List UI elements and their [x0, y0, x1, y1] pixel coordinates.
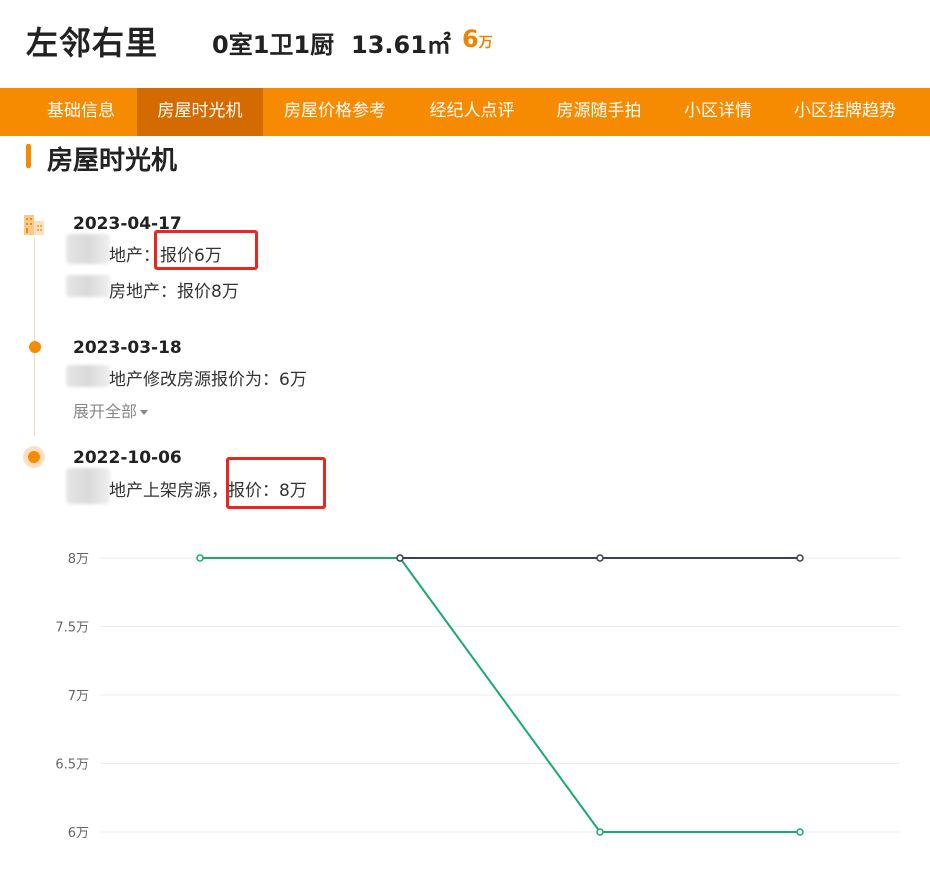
section-accent-bar [26, 144, 31, 168]
listing-price: 6万 [462, 25, 493, 53]
price-unit: 万 [478, 35, 493, 51]
floor-area-value: 13.61㎡ [351, 31, 451, 59]
data-point[interactable] [396, 554, 404, 562]
timeline-event: 房地产：报价8万 [109, 282, 239, 302]
floor-area: 13.61㎡ [351, 25, 451, 60]
room-layout: 0室1卫1厨 [212, 31, 335, 59]
highlight-box [226, 457, 326, 509]
listing-header: 左邻右里 0室1卫1厨 13.61㎡ 6万 [0, 0, 930, 88]
y-tick-label: 8万 [68, 552, 89, 567]
data-point[interactable] [796, 828, 804, 836]
expand-all-button[interactable]: 展开全部 [73, 398, 149, 422]
price-trend-svg: 8万 7.5万 7万 6.5万 6万 [55, 552, 900, 841]
timeline-line [34, 238, 35, 436]
blurred-agency-name [66, 275, 110, 297]
data-point[interactable] [796, 554, 804, 562]
y-tick-label: 6.5万 [55, 758, 89, 773]
timeline-event: 地产修改房源报价为：6万 [109, 370, 307, 390]
community-name: 左邻右里 [26, 24, 159, 62]
data-point[interactable] [196, 554, 204, 562]
tab-house-time-machine[interactable]: 房屋时光机 [137, 88, 263, 136]
timeline-dot-current [28, 451, 40, 463]
tab-agent-review[interactable]: 经纪人点评 [414, 88, 530, 136]
price-number: 6 [462, 25, 479, 53]
blurred-agency-name [66, 365, 110, 387]
data-point[interactable] [596, 554, 604, 562]
blurred-agency-name [66, 234, 110, 264]
y-tick-label: 7万 [68, 689, 89, 704]
section-title: 房屋时光机 [47, 146, 178, 176]
highlight-box [154, 230, 258, 270]
tab-basic-info[interactable]: 基础信息 [27, 88, 135, 136]
tab-community-details[interactable]: 小区详情 [668, 88, 768, 136]
tab-house-photos[interactable]: 房源随手拍 [541, 88, 657, 136]
y-tick-label: 7.5万 [55, 621, 89, 636]
blurred-agency-name [66, 468, 110, 504]
caret-down-icon [140, 410, 149, 415]
building-icon [22, 213, 46, 237]
timeline-date: 2023-03-18 [73, 338, 182, 358]
timeline-date: 2022-10-06 [73, 448, 182, 468]
tab-community-listing-trend[interactable]: 小区挂牌趋势 [778, 88, 912, 136]
price-trend-chart: 8万 7.5万 7万 6.5万 6万 [0, 530, 930, 869]
y-tick-label: 6万 [68, 826, 89, 841]
data-point[interactable] [596, 828, 604, 836]
timeline-dot [29, 341, 41, 353]
expand-all-label: 展开全部 [73, 402, 138, 421]
tab-price-reference[interactable]: 房屋价格参考 [268, 88, 402, 136]
section-nav: 基础信息 房屋时光机 房屋价格参考 经纪人点评 房源随手拍 小区详情 小区挂牌趋… [0, 88, 930, 136]
